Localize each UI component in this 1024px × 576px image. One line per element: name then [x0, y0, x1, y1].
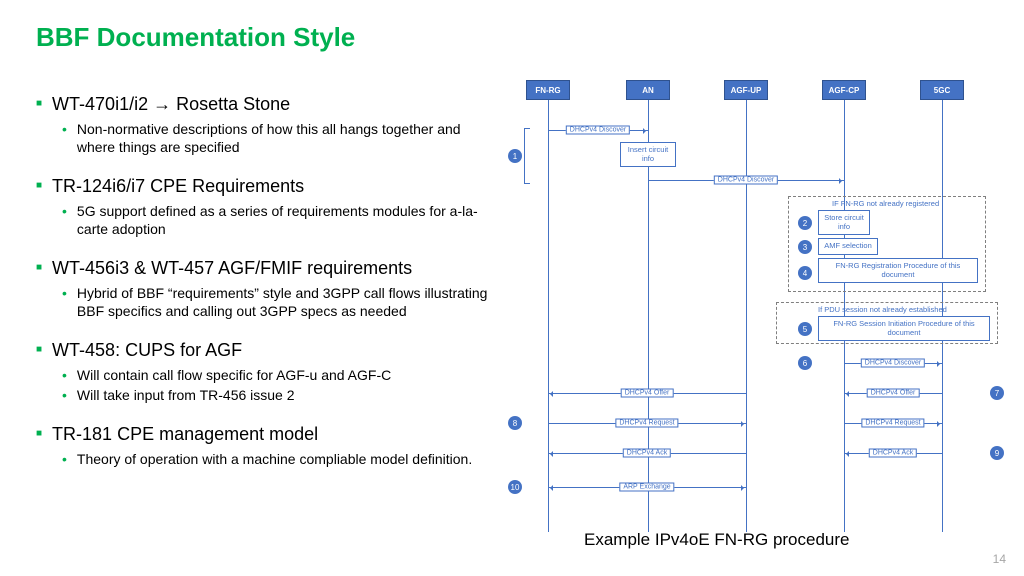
msg-req-r-label: DHCPv4 Request	[861, 419, 924, 428]
sub-marker: •	[62, 120, 67, 138]
bullet-1: WT-470i1/i2 → Rosetta Stone	[52, 92, 290, 116]
bullet-3-sub-1: Hybrid of BBF “requirements” style and 3…	[77, 284, 496, 320]
sub-marker: •	[62, 202, 67, 220]
msg-dhcp-disc-3-label: DHCPv4 Discover	[861, 359, 925, 368]
step-10: 10	[508, 480, 522, 494]
msg-ack-r-label: DHCPv4 Ack	[869, 449, 917, 458]
msg-req-l-label: DHCPv4 Request	[615, 419, 678, 428]
bullet-marker: ■	[36, 422, 42, 446]
bullet-4-sub-1: Will contain call flow specific for AGF-…	[77, 366, 391, 384]
step-4: 4	[798, 266, 812, 280]
dashbox-sess-label: If PDU session not already established	[818, 305, 947, 314]
msg-offer-l-label: DHCPv4 Offer	[621, 389, 674, 398]
box-store: Store circuit info	[818, 210, 870, 235]
box-insert: Insert circuit info	[620, 142, 676, 167]
step-3: 3	[798, 240, 812, 254]
page-title: BBF Documentation Style	[36, 22, 355, 53]
box-amf: AMF selection	[818, 238, 878, 255]
actor-agfcp: AGF-CP	[822, 80, 866, 100]
actor-5gc: 5GC	[920, 80, 964, 100]
sub-marker: •	[62, 366, 67, 384]
msg-dhcp-disc-2-label: DHCPv4 Discover	[714, 176, 778, 185]
msg-offer-r-label: DHCPv4 Offer	[867, 389, 920, 398]
bullet-marker: ■	[36, 338, 42, 362]
bullet-4-sub-2: Will take input from TR-456 issue 2	[77, 386, 295, 404]
lifeline	[746, 100, 747, 532]
step-5: 5	[798, 322, 812, 336]
bullet-marker: ■	[36, 92, 42, 116]
dashbox-reg-label: IF FN-RG not already registered	[832, 199, 939, 208]
step-8: 8	[508, 416, 522, 430]
msg-arp-label: ARP Exchange	[619, 483, 674, 492]
bullet-marker: ■	[36, 174, 42, 198]
step-9: 9	[990, 446, 1004, 460]
arrow-icon: →	[153, 94, 171, 114]
bullet-1-post: Rosetta Stone	[171, 94, 290, 114]
bullet-list: ■ WT-470i1/i2 → Rosetta Stone • Non-norma…	[36, 92, 496, 486]
sub-marker: •	[62, 386, 67, 404]
diagram-caption: Example IPv4oE FN-RG procedure	[584, 530, 850, 550]
step-2: 2	[798, 216, 812, 230]
bullet-2-sub-1: 5G support defined as a series of requir…	[77, 202, 496, 238]
bullet-marker: ■	[36, 256, 42, 280]
box-sess: FN-RG Session Initiation Procedure of th…	[818, 316, 990, 341]
bullet-1-sub-1: Non-normative descriptions of how this a…	[77, 120, 496, 156]
msg-dhcp-disc-1-label: DHCPv4 Discover	[566, 126, 630, 135]
bullet-4: WT-458: CUPS for AGF	[52, 338, 242, 362]
bullet-2: TR-124i6/i7 CPE Requirements	[52, 174, 304, 198]
sub-marker: •	[62, 284, 67, 302]
box-reg: FN-RG Registration Procedure of this doc…	[818, 258, 978, 283]
lifeline	[548, 100, 549, 532]
actor-fnrg: FN-RG	[526, 80, 570, 100]
bullet-5: TR-181 CPE management model	[52, 422, 318, 446]
sub-marker: •	[62, 450, 67, 468]
brace	[524, 128, 530, 184]
bullet-5-sub-1: Theory of operation with a machine compl…	[77, 450, 472, 468]
actor-an: AN	[626, 80, 670, 100]
bullet-1-pre: WT-470i1/i2	[52, 94, 153, 114]
step-6: 6	[798, 356, 812, 370]
bullet-3: WT-456i3 & WT-457 AGF/FMIF requirements	[52, 256, 412, 280]
msg-ack-l-label: DHCPv4 Ack	[623, 449, 671, 458]
step-1: 1	[508, 149, 522, 163]
step-7: 7	[990, 386, 1004, 400]
page-number: 14	[993, 552, 1006, 566]
sequence-diagram: FN-RG AN AGF-UP AGF-CP 5GC 1 DHCPv4 Disc…	[502, 80, 1008, 532]
actor-agfup: AGF-UP	[724, 80, 768, 100]
